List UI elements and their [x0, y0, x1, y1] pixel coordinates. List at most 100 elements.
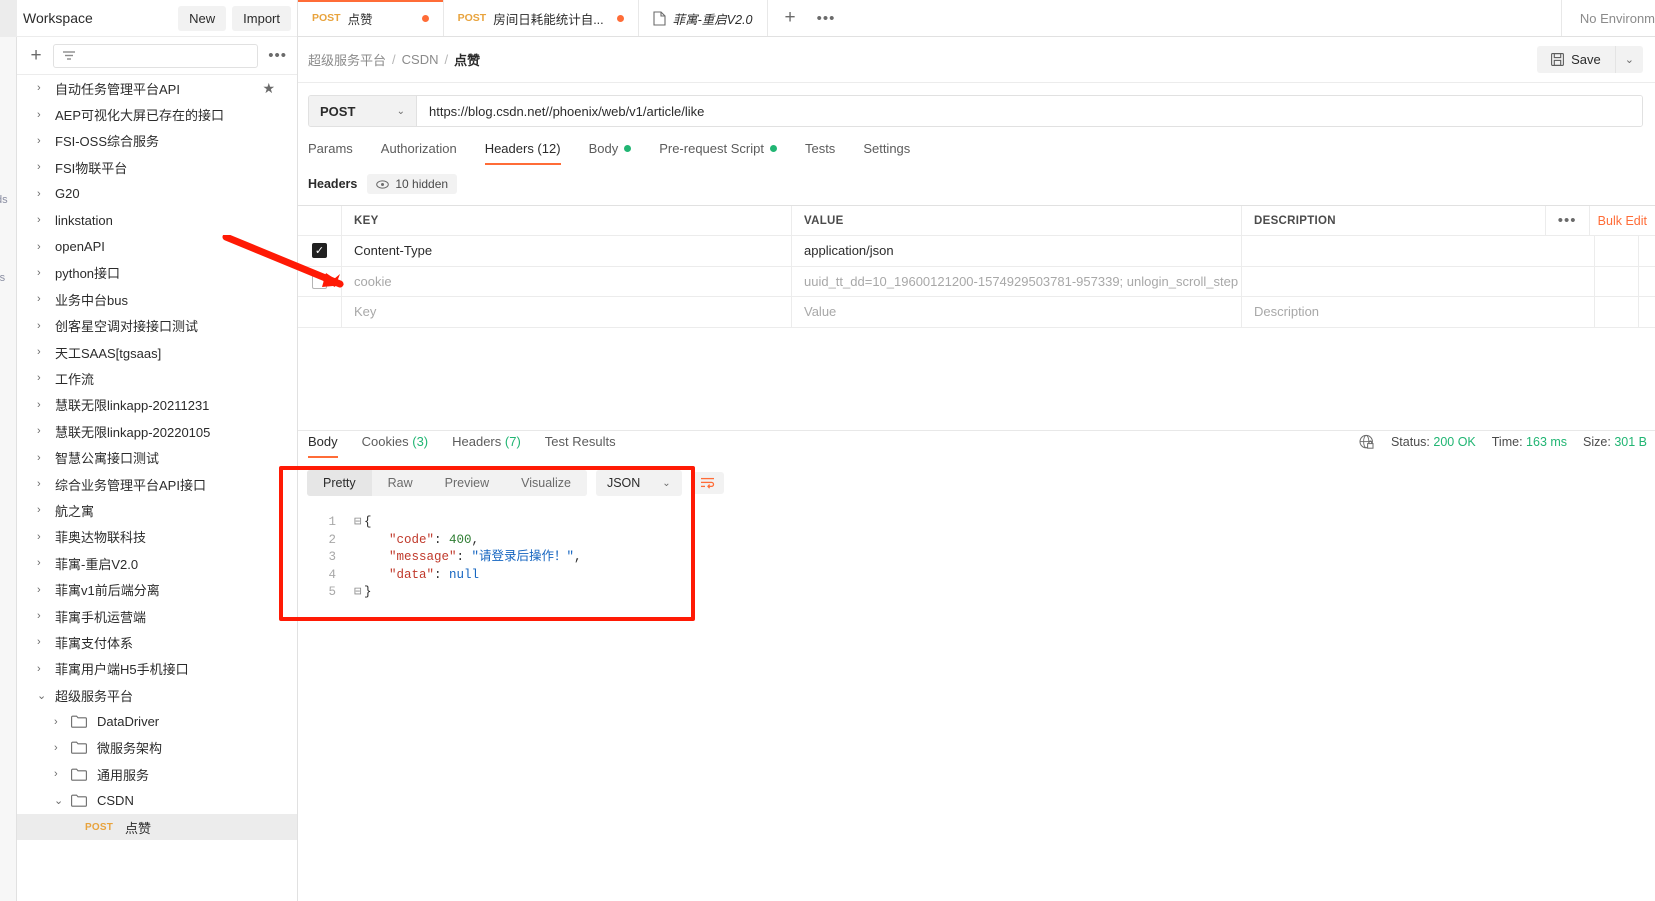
- chevron-right-icon[interactable]: ›: [37, 504, 51, 516]
- tree-collection-item[interactable]: › linkstation: [17, 207, 297, 233]
- table-options-icon[interactable]: •••: [1544, 206, 1589, 235]
- new-item-icon[interactable]: +: [27, 46, 45, 65]
- header-value-cell[interactable]: application/json: [792, 236, 1242, 266]
- tree-collection-item[interactable]: › 工作流: [17, 365, 297, 391]
- chevron-right-icon[interactable]: ›: [37, 161, 51, 173]
- tree-folder-item[interactable]: › 微服务架构: [17, 735, 297, 761]
- response-tab-test-results[interactable]: Test Results: [533, 434, 628, 458]
- tree-collection-item[interactable]: › 菲奥达物联科技: [17, 524, 297, 550]
- save-button[interactable]: Save: [1537, 46, 1615, 73]
- tab-room-energy[interactable]: POST 房间日耗能统计自...: [444, 0, 639, 36]
- chevron-right-icon[interactable]: ›: [37, 557, 51, 569]
- chevron-down-icon[interactable]: ⌄: [37, 689, 51, 702]
- response-tab-body[interactable]: Body: [308, 434, 350, 458]
- hidden-headers-toggle[interactable]: 10 hidden: [367, 174, 458, 194]
- fold-toggle-icon[interactable]: [354, 567, 364, 585]
- chevron-right-icon[interactable]: ›: [37, 425, 51, 437]
- fold-toggle-icon[interactable]: ⊟: [354, 514, 364, 532]
- tree-collection-item[interactable]: › 航之寓: [17, 497, 297, 523]
- chevron-right-icon[interactable]: ›: [37, 267, 51, 279]
- breadcrumb-item-0[interactable]: 超级服务平台: [308, 50, 386, 69]
- rail-label-1[interactable]: rs: [0, 272, 5, 284]
- tree-collection-item[interactable]: › FSI物联平台: [17, 154, 297, 180]
- chevron-down-icon[interactable]: ⌄: [54, 794, 68, 807]
- sidebar-more-icon[interactable]: •••: [266, 47, 289, 64]
- viewer-mode-pretty[interactable]: Pretty: [307, 470, 372, 496]
- tree-collection-item[interactable]: › 慧联无限linkapp-20211231: [17, 392, 297, 418]
- tree-collection-item[interactable]: › 天工SAAS[tgsaas]: [17, 339, 297, 365]
- header-description-cell[interactable]: Description: [1242, 297, 1594, 327]
- tree-folder-item[interactable]: › DataDriver: [17, 708, 297, 734]
- chevron-right-icon[interactable]: ›: [37, 241, 51, 253]
- tree-collection-item[interactable]: › 菲寓用户端H5手机接口: [17, 656, 297, 682]
- request-tab-settings[interactable]: Settings: [849, 141, 924, 165]
- chevron-right-icon[interactable]: ›: [37, 636, 51, 648]
- response-code-block[interactable]: 1 ⊟{2 "code": 400, 3 "message": "请登录后操作！", 4 "…: [298, 514, 1655, 602]
- tree-collection-item[interactable]: › 菲寓-重启V2.0: [17, 550, 297, 576]
- request-tab-pre-request-script[interactable]: Pre-request Script: [645, 141, 791, 165]
- table-row[interactable]: Key Value Description: [298, 297, 1655, 328]
- response-tab-headers[interactable]: Headers (7): [440, 434, 533, 458]
- tab-options-icon[interactable]: •••: [813, 0, 840, 36]
- chevron-right-icon[interactable]: ›: [37, 478, 51, 490]
- header-key-cell[interactable]: Key: [342, 297, 792, 327]
- chevron-right-icon[interactable]: ›: [37, 663, 51, 675]
- chevron-right-icon[interactable]: ›: [37, 320, 51, 332]
- header-description-cell[interactable]: [1242, 267, 1594, 297]
- chevron-right-icon[interactable]: ›: [37, 584, 51, 596]
- header-value-cell[interactable]: Value: [792, 297, 1242, 327]
- request-tab-headers[interactable]: Headers (12): [471, 141, 575, 165]
- environment-selector[interactable]: No Environm: [1560, 0, 1655, 36]
- tree-collection-item[interactable]: › 菲寓v1前后端分离: [17, 576, 297, 602]
- chevron-right-icon[interactable]: ›: [37, 452, 51, 464]
- new-tab-icon[interactable]: +: [768, 0, 813, 36]
- chevron-right-icon[interactable]: ›: [37, 135, 51, 147]
- rail-label-0[interactable]: ds: [0, 194, 8, 206]
- chevron-right-icon[interactable]: ›: [37, 109, 51, 121]
- header-value-cell[interactable]: uuid_tt_dd=10_19600121200-1574929503781-…: [792, 266, 1242, 296]
- table-row[interactable]: cookie uuid_tt_dd=10_19600121200-15749295…: [298, 266, 1655, 297]
- tab-dianzan[interactable]: POST 点赞: [298, 0, 444, 36]
- tree-collection-item[interactable]: › 菲寓手机运营端: [17, 603, 297, 629]
- chevron-right-icon[interactable]: ›: [37, 293, 51, 305]
- request-tab-tests[interactable]: Tests: [791, 141, 849, 165]
- tree-collection-item[interactable]: › 自动任务管理平台API ★: [17, 75, 297, 101]
- tree-collection-item[interactable]: › FSI-OSS综合服务: [17, 128, 297, 154]
- tree-collection-item[interactable]: › 菲寓支付体系: [17, 629, 297, 655]
- tree-request-item[interactable]: POST 点赞: [17, 813, 297, 841]
- fold-toggle-icon[interactable]: [354, 549, 364, 567]
- fold-toggle-icon[interactable]: [354, 532, 364, 550]
- chevron-right-icon[interactable]: ›: [37, 346, 51, 358]
- tree-collection-item[interactable]: › AEP可视化大屏已存在的接口: [17, 101, 297, 127]
- chevron-right-icon[interactable]: ›: [37, 531, 51, 543]
- globe-lock-icon[interactable]: [1359, 434, 1375, 450]
- filter-input[interactable]: [53, 43, 259, 68]
- tree-collection-item[interactable]: › G20: [17, 181, 297, 207]
- fold-toggle-icon[interactable]: ⊟: [354, 584, 364, 602]
- method-select[interactable]: POST ⌄: [309, 96, 417, 126]
- request-tab-body[interactable]: Body: [575, 141, 646, 165]
- chevron-right-icon[interactable]: ›: [37, 372, 51, 384]
- tree-folder-item[interactable]: › 通用服务: [17, 761, 297, 787]
- tree-folder-item[interactable]: ⌄ CSDN: [17, 788, 297, 814]
- tree-collection-item[interactable]: › 综合业务管理平台API接口: [17, 471, 297, 497]
- request-tab-params[interactable]: Params: [308, 141, 367, 165]
- chevron-right-icon[interactable]: ›: [54, 742, 68, 754]
- chevron-right-icon[interactable]: ›: [37, 214, 51, 226]
- tree-collection-item[interactable]: › 创客星空调对接接口测试: [17, 313, 297, 339]
- new-button[interactable]: New: [178, 5, 227, 31]
- viewer-mode-raw[interactable]: Raw: [371, 470, 429, 496]
- tree-collection-item[interactable]: › 慧联无限linkapp-20220105: [17, 418, 297, 444]
- bulk-edit-button[interactable]: Bulk Edit: [1588, 206, 1655, 235]
- viewer-mode-visualize[interactable]: Visualize: [505, 470, 587, 496]
- header-key-cell[interactable]: Content-Type: [342, 236, 792, 266]
- chevron-right-icon[interactable]: ›: [37, 188, 51, 200]
- viewer-mode-preview[interactable]: Preview: [428, 470, 506, 496]
- table-row[interactable]: ✓ Content-Type application/json: [298, 236, 1655, 267]
- request-tab-authorization[interactable]: Authorization: [367, 141, 471, 165]
- chevron-right-icon[interactable]: ›: [37, 399, 51, 411]
- chevron-right-icon[interactable]: ›: [37, 610, 51, 622]
- header-key-cell[interactable]: cookie: [342, 266, 792, 296]
- save-options-button[interactable]: ⌄: [1614, 46, 1643, 73]
- tree-collection-item[interactable]: ⌄ 超级服务平台: [17, 682, 297, 708]
